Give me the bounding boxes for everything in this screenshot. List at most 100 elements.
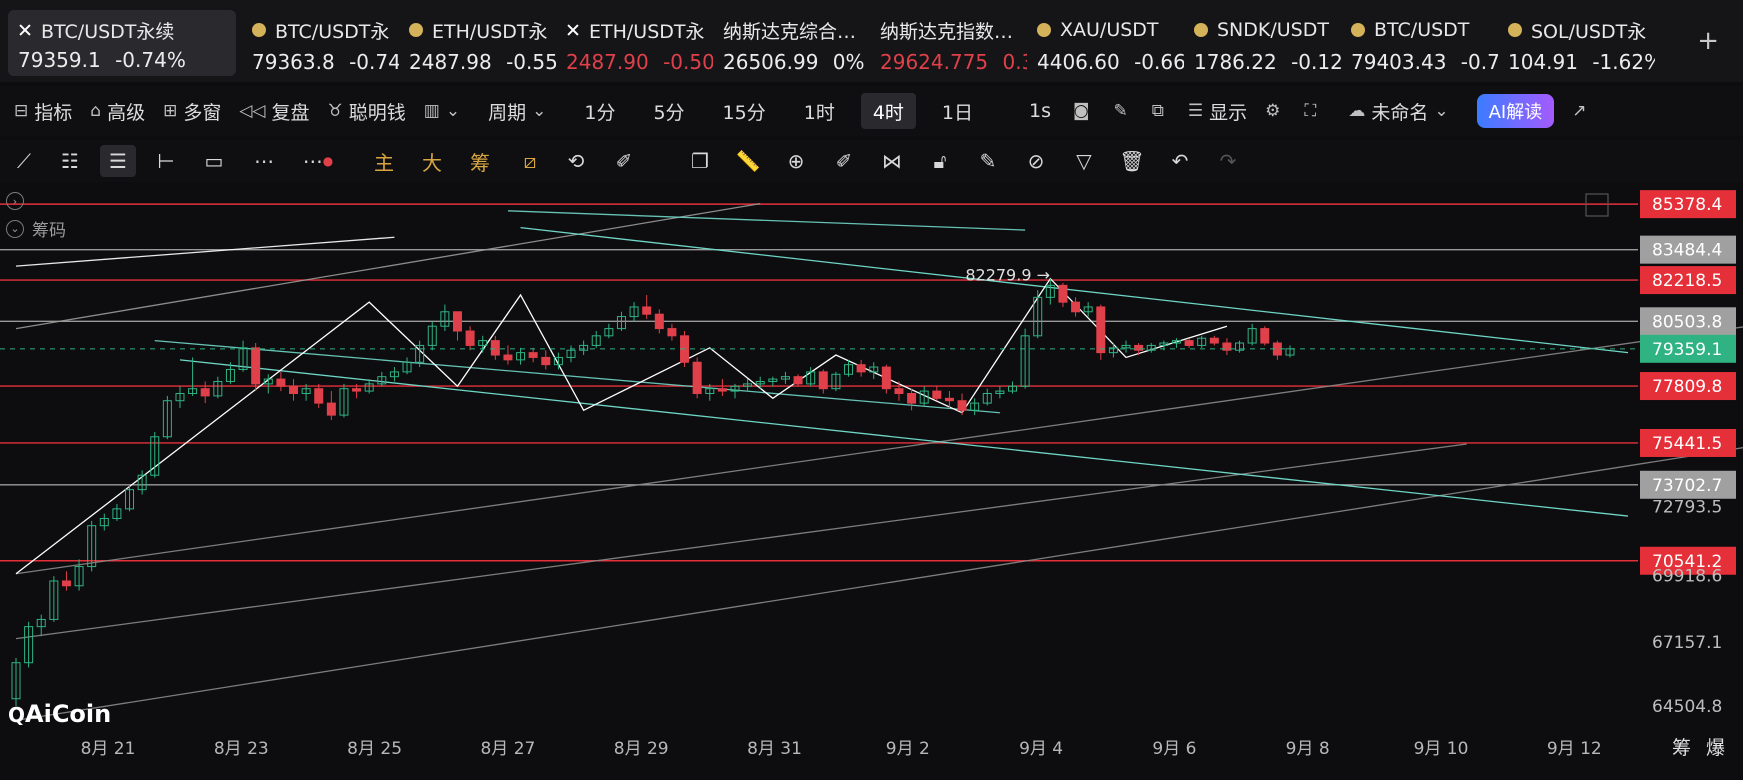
- candle-body[interactable]: [1096, 306, 1106, 354]
- ruler-icon[interactable]: 📏: [734, 145, 762, 177]
- trash-icon[interactable]: 🗑︎: [1118, 145, 1146, 177]
- candle-body[interactable]: [1071, 301, 1081, 313]
- display-button[interactable]: ☰ 显示: [1188, 98, 1247, 125]
- candle-body[interactable]: [1209, 337, 1219, 344]
- interval-tab[interactable]: 5分: [641, 93, 696, 129]
- ticker-item[interactable]: SOL/USDT永 104.91 -1.62%: [1498, 0, 1655, 82]
- chart-type-button[interactable]: ▥ ⌄: [424, 101, 466, 121]
- ticker-item[interactable]: BTC/USDT永 79363.8 -0.74: [242, 0, 399, 82]
- link-icon[interactable]: ⊘: [1022, 145, 1050, 177]
- fullscreen-icon[interactable]: ⛶: [1304, 101, 1322, 121]
- more-tools-icon[interactable]: ⋯ ●: [300, 145, 336, 177]
- seconds-button[interactable]: 1s: [1029, 100, 1051, 122]
- candle-body[interactable]: [541, 356, 551, 366]
- price-chart[interactable]: 8月 21 8月 23 8月 25 8月 27 8月 29 8月 31 9月 2 9月 4 9月…: [0, 186, 1743, 780]
- candle-body[interactable]: [1184, 340, 1194, 346]
- candle-body[interactable]: [894, 388, 904, 394]
- pattern-icon[interactable]: ⋯: [250, 145, 278, 177]
- candle-body[interactable]: [932, 390, 942, 399]
- settings-icon[interactable]: ⚙: [1265, 101, 1286, 121]
- trend-line-icon[interactable]: ⟋: [10, 145, 38, 177]
- advanced-button[interactable]: ⌂ 高级: [90, 98, 145, 125]
- candle-body[interactable]: [944, 397, 954, 402]
- candle-body[interactable]: [818, 371, 828, 390]
- external-window-icon[interactable]: ⧉: [1152, 101, 1170, 121]
- candle-body[interactable]: [276, 378, 286, 387]
- liquidation-tab[interactable]: 爆: [1706, 737, 1725, 759]
- candle-body[interactable]: [856, 364, 866, 373]
- chips-tab[interactable]: 筹: [1672, 737, 1691, 759]
- candle-body[interactable]: [200, 388, 210, 397]
- interval-tab[interactable]: 1分: [572, 93, 627, 129]
- parallel-channel-icon[interactable]: ☷: [56, 145, 84, 177]
- interval-tab[interactable]: 1日: [930, 93, 985, 129]
- candle-body[interactable]: [326, 402, 336, 416]
- interval-tab[interactable]: 1时: [792, 93, 847, 129]
- main-indicator-button[interactable]: 主: [372, 145, 396, 177]
- candle-body[interactable]: [503, 354, 513, 361]
- magnet-icon[interactable]: ⋈: [878, 145, 906, 177]
- indicators-button[interactable]: ⊟ 指标: [14, 98, 72, 125]
- sync-icon[interactable]: ⟲: [562, 145, 590, 177]
- candlestick-chart-svg[interactable]: 8月 21 8月 23 8月 25 8月 27 8月 29 8月 31 9月 2 9月 4 9月…: [0, 186, 1743, 780]
- candle-body[interactable]: [793, 376, 803, 385]
- ticker-item[interactable]: 纳斯达克指数… 29624.775 0.3: [870, 0, 1027, 82]
- share-icon[interactable]: ↗: [1572, 101, 1592, 121]
- candle-body[interactable]: [352, 388, 362, 392]
- ticker-item[interactable]: BTC/USDT永续 79359.1 -0.74%: [8, 10, 236, 76]
- candle-body[interactable]: [1134, 344, 1144, 351]
- ticker-item[interactable]: ETH/USDT永 2487.90 -0.50: [556, 0, 713, 82]
- candle-body[interactable]: [717, 388, 727, 392]
- candle-body[interactable]: [251, 347, 261, 385]
- pencil-icon[interactable]: ✎: [1114, 101, 1134, 121]
- collapse-icon[interactable]: ›: [6, 192, 32, 210]
- candle-body[interactable]: [881, 366, 891, 390]
- ai-interpret-button[interactable]: AI解读: [1476, 94, 1555, 128]
- add-ticker-button[interactable]: +: [1697, 26, 1719, 56]
- camera-icon[interactable]: ◙: [1073, 101, 1096, 121]
- eraser-icon[interactable]: ✐: [830, 145, 858, 177]
- layout-name-dropdown[interactable]: ☁ 未命名 ⌄: [1348, 98, 1454, 125]
- chips-button[interactable]: 筹: [468, 145, 492, 177]
- candle-body[interactable]: [314, 388, 324, 404]
- ticker-item[interactable]: 纳斯达克综合… 26506.99 0%: [713, 0, 870, 82]
- redo-icon[interactable]: ↷: [1214, 145, 1242, 177]
- candle-body[interactable]: [289, 385, 299, 394]
- candle-body[interactable]: [667, 328, 677, 337]
- smart-money-button[interactable]: ♉ 聪明钱: [328, 98, 406, 125]
- horizontal-ray-icon[interactable]: ⊢: [152, 145, 180, 177]
- chart-fit-icon[interactable]: ⧄: [516, 145, 544, 177]
- candle-body[interactable]: [907, 392, 917, 404]
- period-button[interactable]: 周期 ⌄: [488, 98, 552, 125]
- multiwindow-button[interactable]: ⊞ 多窗: [163, 98, 221, 125]
- candle-body[interactable]: [957, 400, 967, 411]
- ticker-item[interactable]: XAU/USDT 4406.60 -0.66: [1027, 0, 1184, 82]
- candle-body[interactable]: [528, 352, 538, 358]
- candle-body[interactable]: [1058, 284, 1068, 303]
- rectangle-icon[interactable]: ▭: [200, 145, 228, 177]
- candle-body[interactable]: [465, 330, 475, 346]
- horizontal-lines-icon[interactable]: ☰: [100, 145, 136, 177]
- candle-body[interactable]: [452, 311, 462, 332]
- filter-icon[interactable]: ▽: [1070, 145, 1098, 177]
- candle-body[interactable]: [642, 306, 652, 315]
- ruler-draw-icon[interactable]: ✐: [610, 145, 638, 177]
- interval-tab[interactable]: 4时: [860, 93, 916, 129]
- candle-body[interactable]: [61, 580, 71, 587]
- candle-body[interactable]: [654, 313, 664, 330]
- undo-icon[interactable]: ↶: [1166, 145, 1194, 177]
- chips-panel-toggle[interactable]: ⌄ 筹码: [6, 216, 66, 241]
- lock-icon[interactable]: 🔓︎: [926, 145, 954, 177]
- copy-icon[interactable]: ❐: [686, 145, 714, 177]
- ticker-item[interactable]: SNDK/USDT 1786.22 -0.12: [1184, 0, 1341, 82]
- ticker-item[interactable]: ETH/USDT永 2487.98 -0.55: [399, 0, 556, 82]
- candle-body[interactable]: [692, 361, 702, 394]
- interval-tab[interactable]: 15分: [711, 93, 778, 129]
- ticker-item[interactable]: BTC/USDT 79403.43 -0.7: [1341, 0, 1498, 82]
- big-order-button[interactable]: 大: [420, 145, 444, 177]
- replay-button[interactable]: ◁◁ 复盘: [239, 98, 309, 125]
- candle-body[interactable]: [490, 340, 500, 356]
- edit-icon[interactable]: ✎: [974, 145, 1002, 177]
- zoom-in-icon[interactable]: ⊕: [782, 145, 810, 177]
- candle-body[interactable]: [1260, 328, 1270, 344]
